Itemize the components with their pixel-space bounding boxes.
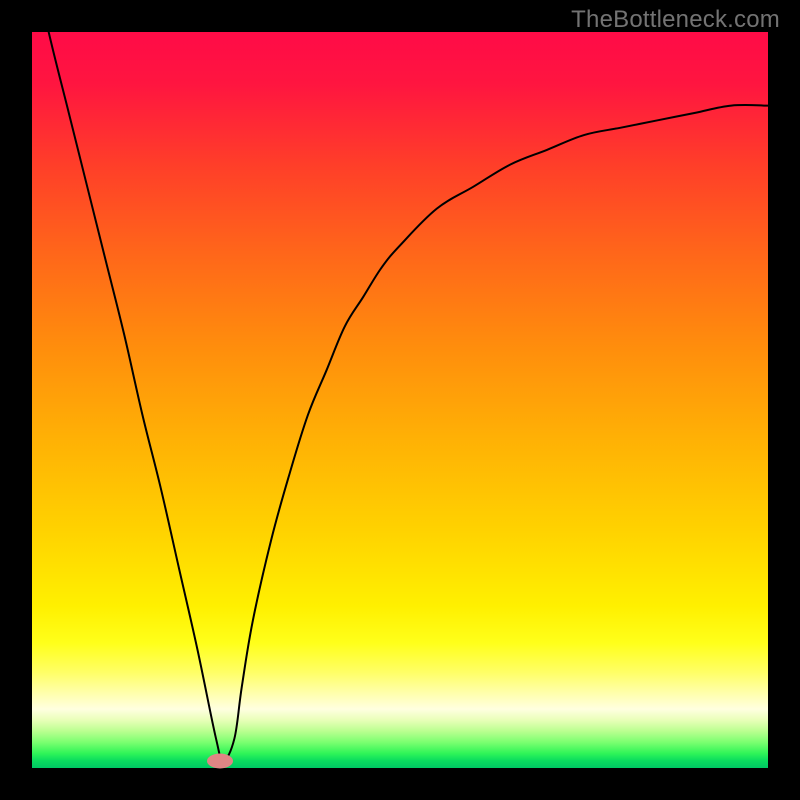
chart-frame: TheBottleneck.com xyxy=(0,0,800,800)
sweet-spot-marker xyxy=(207,754,233,769)
plot-area xyxy=(32,32,768,768)
watermark-text: TheBottleneck.com xyxy=(571,6,780,34)
bottleneck-curve xyxy=(32,32,768,768)
